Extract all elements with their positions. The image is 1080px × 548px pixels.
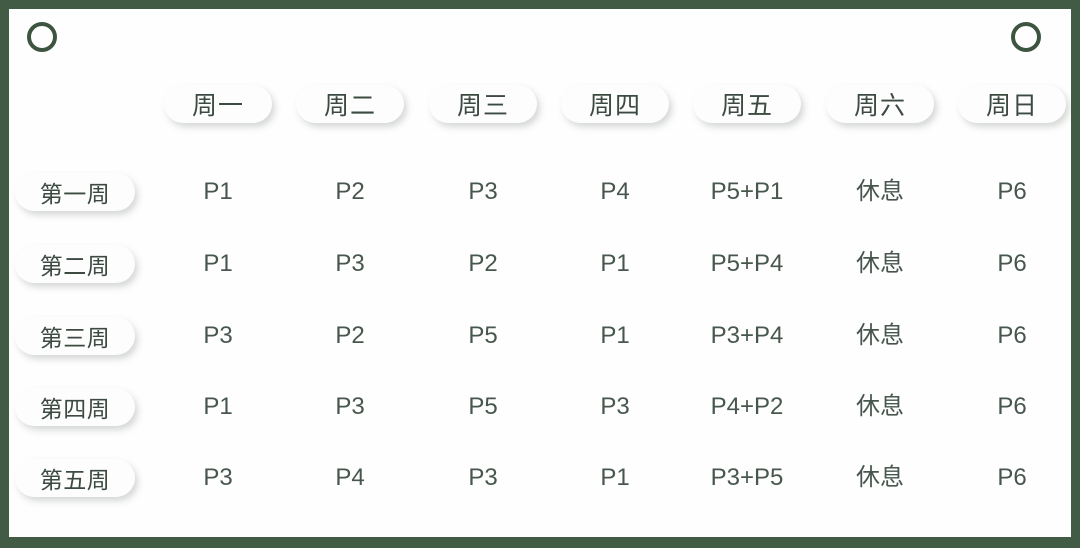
schedule-cell: P5+P4 (710, 250, 784, 277)
week-label-pill[interactable]: 第三周 (15, 317, 135, 355)
schedule-cell: P3 (203, 322, 233, 349)
week-label-pill[interactable]: 第二周 (15, 245, 135, 283)
schedule-cell: P4 (600, 178, 630, 205)
week-label-pill[interactable]: 第四周 (15, 388, 135, 426)
schedule-cell: P3 (468, 464, 498, 491)
schedule-cell: P2 (335, 178, 365, 205)
schedule-cell: P3 (203, 464, 233, 491)
schedule-cell: 休息 (856, 178, 904, 205)
schedule-card: 周一 周二 周三 周四 周五 周六 周日 第一周 P1 P2 P3 P4 P5+P1 休息 P6 第二周 P1… (9, 9, 1071, 537)
day-header-pill[interactable]: 周二 (296, 85, 404, 123)
schedule-cell: P6 (997, 464, 1027, 491)
schedule-cell: P6 (997, 393, 1027, 420)
schedule-cell: P5 (468, 393, 498, 420)
table-header-row: 周一 周二 周三 周四 周五 周六 周日 (9, 85, 1071, 129)
schedule-cell: P3 (335, 250, 365, 277)
day-header-pill[interactable]: 周日 (958, 85, 1066, 123)
day-header-pill[interactable]: 周五 (693, 85, 801, 123)
day-header-pill[interactable]: 周六 (826, 85, 934, 123)
schedule-cell: P1 (203, 178, 233, 205)
day-header-pill[interactable]: 周三 (429, 85, 537, 123)
schedule-cell: P1 (203, 393, 233, 420)
schedule-cell: P3+P5 (710, 464, 784, 491)
schedule-cell: P4 (335, 464, 365, 491)
day-header-pill[interactable]: 周四 (561, 85, 669, 123)
punch-hole-left-icon (27, 22, 57, 52)
schedule-cell: 休息 (856, 464, 904, 491)
schedule-cell: P3+P4 (710, 322, 784, 349)
schedule-cell: P3 (600, 393, 630, 420)
schedule-cell: P1 (600, 464, 630, 491)
schedule-cell: P1 (600, 250, 630, 277)
week-label-pill[interactable]: 第五周 (15, 459, 135, 497)
schedule-cell: 休息 (856, 250, 904, 277)
page-frame: 周一 周二 周三 周四 周五 周六 周日 第一周 P1 P2 P3 P4 P5+P1 休息 P6 第二周 P1… (0, 0, 1080, 548)
punch-hole-right-icon (1011, 22, 1041, 52)
schedule-cell: 休息 (856, 393, 904, 420)
schedule-cell: 休息 (856, 322, 904, 349)
day-header-pill[interactable]: 周一 (164, 85, 272, 123)
schedule-cell: P5+P1 (710, 178, 784, 205)
schedule-cell: P5 (468, 322, 498, 349)
schedule-cell: P1 (203, 250, 233, 277)
schedule-cell: P4+P2 (710, 393, 784, 420)
schedule-cell: P6 (997, 178, 1027, 205)
week-label-pill[interactable]: 第一周 (15, 173, 135, 211)
schedule-cell: P3 (468, 178, 498, 205)
schedule-cell: P1 (600, 322, 630, 349)
schedule-cell: P3 (335, 393, 365, 420)
schedule-cell: P6 (997, 250, 1027, 277)
schedule-cell: P6 (997, 322, 1027, 349)
schedule-cell: P2 (335, 322, 365, 349)
schedule-cell: P2 (468, 250, 498, 277)
